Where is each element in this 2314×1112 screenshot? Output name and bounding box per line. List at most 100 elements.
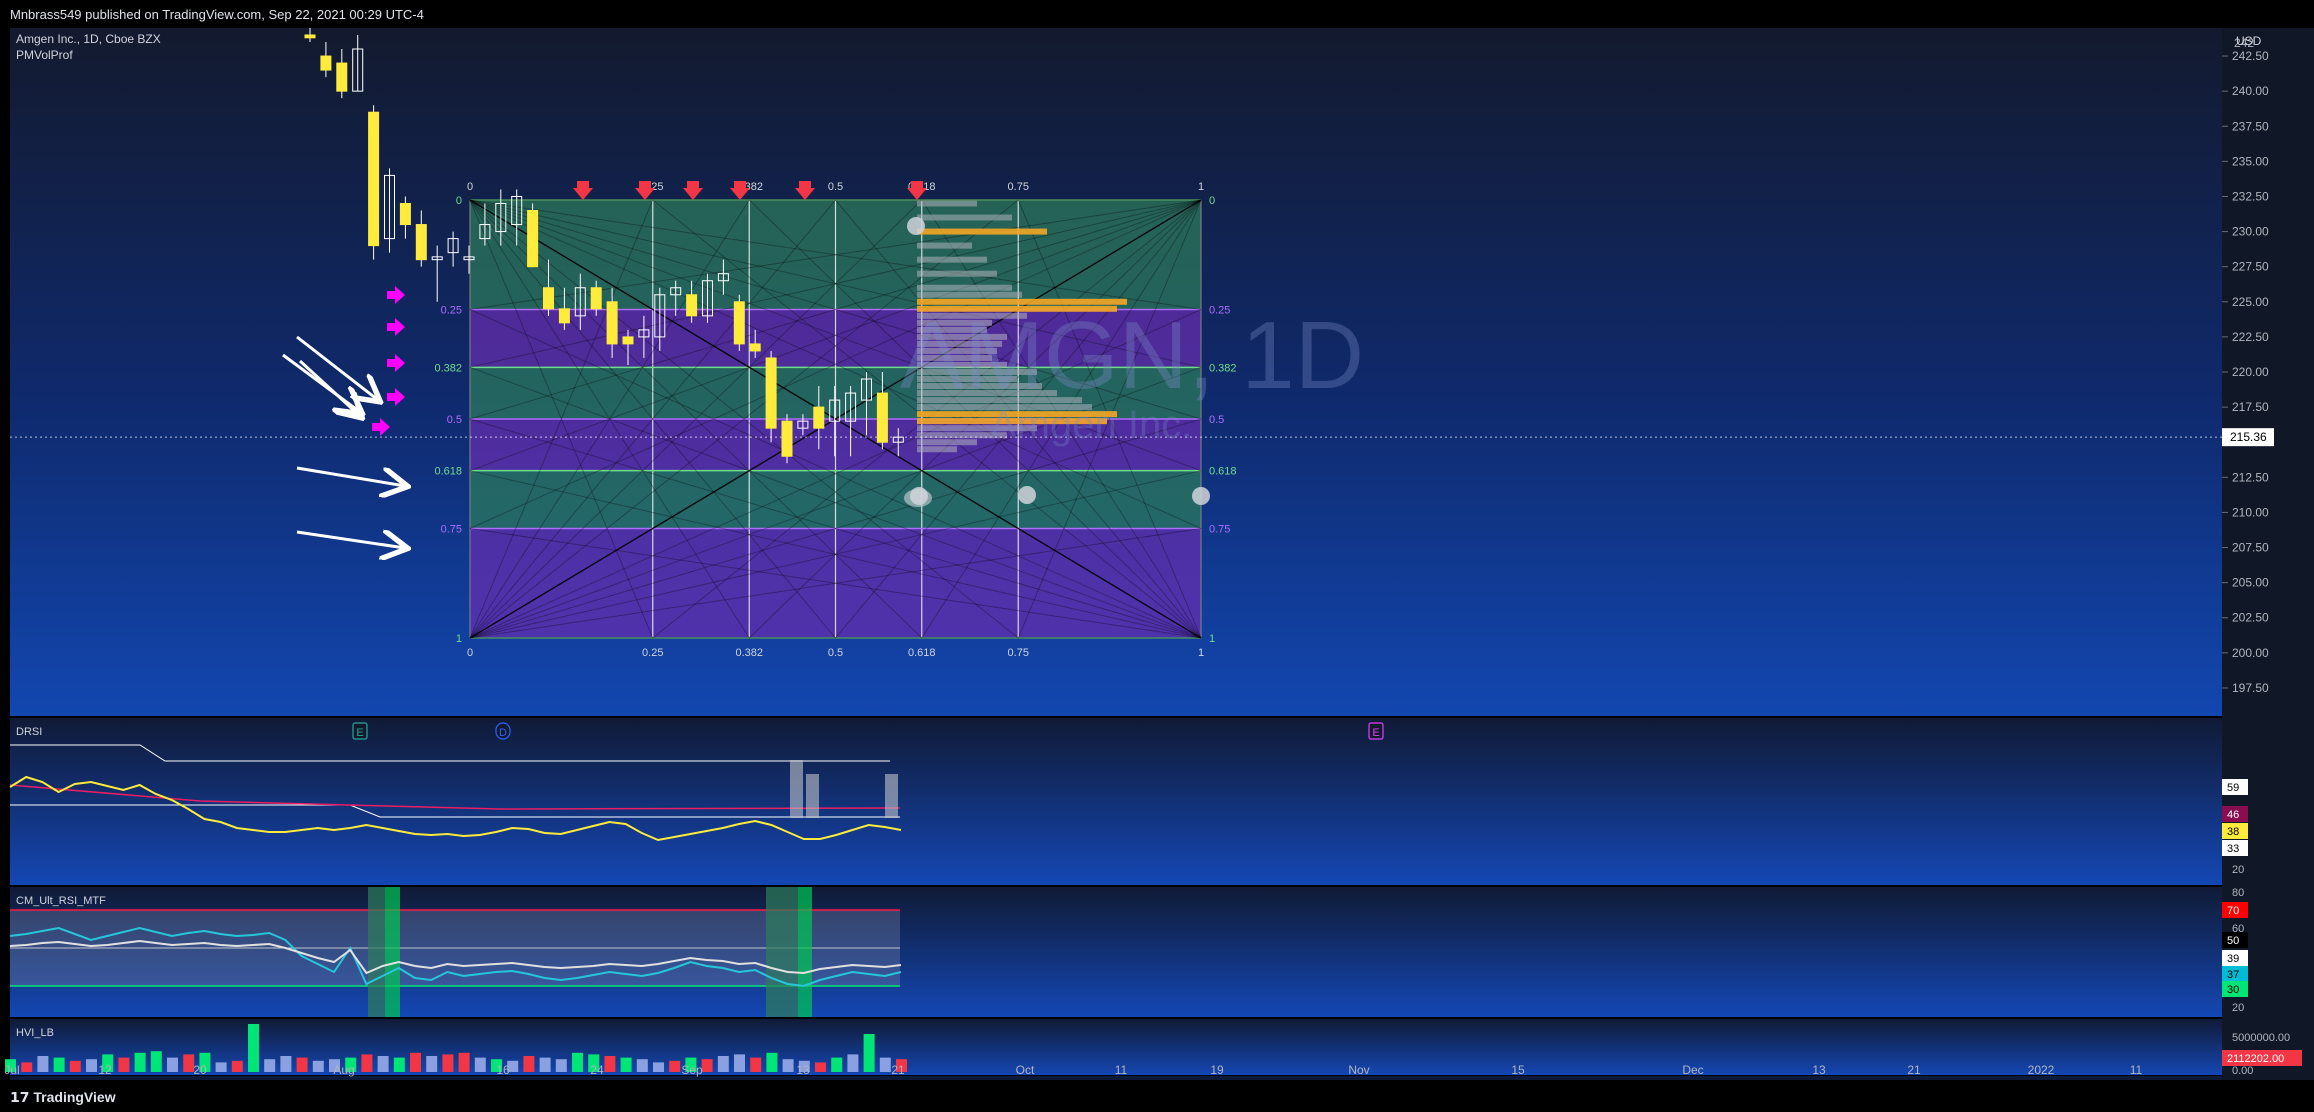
candle-body — [558, 308, 570, 324]
pivot-circle — [1018, 486, 1036, 504]
profile-row — [917, 284, 1012, 291]
hvi-bar — [523, 1056, 535, 1072]
candle-body — [304, 34, 316, 39]
drsi-hist-bar — [806, 774, 819, 818]
rsi-highlight — [798, 887, 812, 1017]
indicator-title: PMVolProf — [16, 48, 73, 62]
hvi-bar — [653, 1062, 664, 1072]
time-label: 13 — [796, 1063, 810, 1077]
profile-row — [917, 256, 987, 263]
rsi-badge-text: 50 — [2227, 935, 2239, 947]
profile-row — [917, 270, 997, 277]
profile-row — [917, 291, 1022, 298]
pivot-circle — [907, 217, 925, 235]
drsi-hist-bar — [790, 760, 803, 818]
price-label: 222.50 — [2232, 330, 2269, 344]
symbol-title: Amgen Inc., 1D, Cboe BZX — [16, 32, 161, 46]
watermark: AMGN, 1D — [900, 302, 1364, 409]
profile-row — [917, 228, 1047, 235]
hvi-bar — [393, 1057, 405, 1072]
drsi-badge-text: 59 — [2227, 782, 2239, 794]
fib-top-label: 0 — [467, 181, 473, 193]
price-label: 237.50 — [2232, 119, 2269, 133]
price-label: 220.00 — [2232, 365, 2269, 379]
fib-bottom-label: 0 — [467, 647, 473, 659]
fib-left-label: 0 — [456, 195, 462, 207]
hvi-bar — [442, 1054, 454, 1072]
chart-svg[interactable]: 00.250.3820.50.6180.75100.250.3820.50.61… — [0, 27, 2314, 1080]
fib-left-label: 0.618 — [434, 466, 462, 478]
time-label: Dec — [1682, 1063, 1703, 1077]
drsi-pane-bg — [10, 718, 2222, 885]
price-label: 207.50 — [2232, 541, 2269, 555]
hvi-bar — [167, 1057, 178, 1072]
fib-top-label: 0.75 — [1008, 181, 1029, 193]
rsi-badge-text: 37 — [2227, 969, 2239, 981]
event-label: D — [499, 727, 507, 739]
time-label: Sep — [681, 1063, 703, 1077]
hvi-bar — [636, 1059, 648, 1072]
hvi-bar — [717, 1056, 729, 1072]
time-label: 15 — [1511, 1063, 1525, 1077]
time-label: Jul — [4, 1063, 19, 1077]
hvi-bar — [21, 1062, 33, 1072]
hvi-badge-text: 2112202.00 — [2227, 1053, 2284, 1065]
hvi-bar — [750, 1057, 762, 1072]
fib-left-label: 0.75 — [441, 524, 462, 536]
last-price-label: 215.36 — [2230, 430, 2267, 444]
price-label: 202.50 — [2232, 611, 2269, 625]
drsi-badge-text: 38 — [2227, 826, 2239, 838]
rsi-highlight — [368, 887, 385, 1017]
hvi-bar — [248, 1024, 259, 1072]
hvi-bar — [815, 1062, 826, 1072]
profile-row — [917, 214, 1012, 221]
time-label: Aug — [333, 1063, 354, 1077]
fib-left-label: 0.25 — [441, 305, 462, 317]
tradingview-logo: 𝟭𝟳 TradingView — [10, 1089, 116, 1106]
hvi-bar — [879, 1057, 891, 1072]
hvi-bar — [410, 1052, 421, 1072]
hvi-bar — [620, 1057, 632, 1072]
hvi-bar — [539, 1057, 551, 1072]
watermark-sub: Amgen Inc. — [990, 403, 1192, 447]
pivot-circle — [1192, 487, 1210, 505]
candle-body — [399, 202, 411, 226]
chart-area[interactable]: 00.250.3820.50.6180.75100.250.3820.50.61… — [0, 27, 2314, 1080]
time-label: 16 — [496, 1063, 510, 1077]
drsi-title: DRSI — [16, 726, 42, 738]
fib-top-label: 1 — [1198, 181, 1204, 193]
candle-body — [876, 392, 888, 443]
time-label: 19 — [1210, 1063, 1224, 1077]
fib-bottom-label: 0.382 — [735, 647, 763, 659]
fib-right-label: 1 — [1209, 633, 1215, 645]
fib-left-label: 1 — [456, 633, 462, 645]
hvi-bar — [134, 1052, 146, 1072]
time-label: Nov — [1348, 1063, 1369, 1077]
price-label: 217.50 — [2232, 400, 2269, 414]
rsi-tick: 60 — [2232, 923, 2244, 935]
fib-bottom-label: 1 — [1198, 647, 1204, 659]
hvi-bar — [782, 1059, 794, 1072]
hvi-bar — [231, 1060, 243, 1072]
hvi-bar — [37, 1056, 49, 1072]
time-label: 13 — [1812, 1063, 1826, 1077]
publish-line: Mnbrass549 published on TradingView.com,… — [10, 7, 424, 22]
time-label: Oct — [1016, 1063, 1035, 1077]
drsi-hist-bar — [885, 774, 898, 818]
price-label: 225.00 — [2232, 295, 2269, 309]
fib-right-label: 0.618 — [1209, 466, 1237, 478]
hvi-bar — [53, 1057, 65, 1072]
time-label: 11 — [2130, 1063, 2143, 1077]
drsi-badge-text: 33 — [2227, 843, 2239, 855]
rsi-badge-text: 70 — [2227, 905, 2239, 917]
time-label: 11 — [1115, 1063, 1128, 1077]
profile-row — [917, 200, 977, 207]
hvi-tick: 0.00 — [2232, 1065, 2253, 1077]
candle-body — [749, 343, 761, 352]
rsi-highlight — [385, 887, 400, 1017]
hvi-bar — [312, 1060, 324, 1072]
rsi-badge-text: 39 — [2227, 953, 2239, 965]
price-label: 240.00 — [2232, 84, 2269, 98]
hvi-bar — [280, 1056, 292, 1072]
candle-body — [543, 287, 554, 310]
